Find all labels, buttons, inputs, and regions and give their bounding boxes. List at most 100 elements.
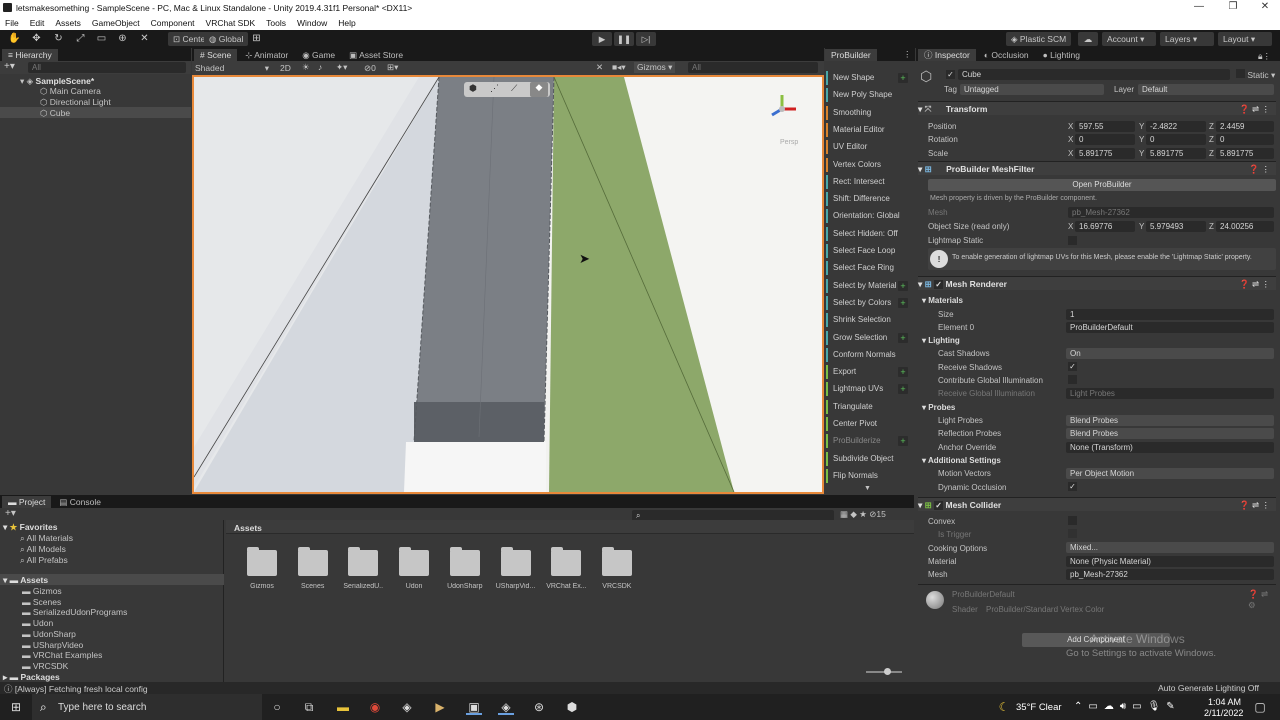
asset-tree-item[interactable]: ▬ USharpVideo: [22, 640, 83, 650]
custom-tool-icon[interactable]: ✕: [138, 33, 151, 45]
hierarchy-item-cube[interactable]: ⬡ Cube: [40, 108, 70, 119]
asset-folder[interactable]: UdonSharp: [445, 547, 485, 590]
collider-mesh-field[interactable]: pb_Mesh-27362: [1066, 569, 1274, 580]
transform-tool-icon[interactable]: ⊕: [116, 33, 129, 45]
menu-file[interactable]: File: [5, 18, 19, 28]
plastic-scm-button[interactable]: ◈ Plastic SCM: [1006, 32, 1072, 46]
layers-dropdown[interactable]: Layers ▾: [1160, 32, 1214, 46]
cooking-options-dropdown[interactable]: Mixed...: [1066, 542, 1274, 553]
transform-y-field[interactable]: -2.4822: [1146, 121, 1206, 132]
probuilder-button[interactable]: Smoothing: [826, 105, 912, 120]
transform-z-field[interactable]: 2.4459: [1216, 121, 1274, 132]
grid-toggle-icon[interactable]: ⊞▾: [387, 62, 398, 73]
probuilder-button[interactable]: Flip Normals: [826, 468, 912, 483]
transform-header[interactable]: ▾ ⤧ Transform ❓ ⇌ ⋮: [918, 101, 1276, 115]
lightmap-static-checkbox[interactable]: [1068, 236, 1077, 245]
rotate-tool-icon[interactable]: ↻: [52, 33, 65, 45]
renderer-dropdown[interactable]: On: [1066, 348, 1274, 359]
hidden-count-icon[interactable]: ⊘0: [364, 63, 376, 74]
options-plus-icon[interactable]: +: [898, 297, 908, 308]
tab-console[interactable]: ▤ Console: [53, 496, 107, 508]
slider-handle[interactable]: [884, 668, 891, 675]
tab-probuilder[interactable]: ProBuilder: [825, 49, 877, 61]
renderer-object-field[interactable]: 1: [1066, 309, 1274, 320]
scene-search-input[interactable]: All: [688, 62, 818, 73]
asset-folder[interactable]: VRCSDK: [597, 547, 637, 590]
transform-x-field[interactable]: 597.55: [1075, 121, 1135, 132]
taskbar-search-box[interactable]: ⌕ Type here to search: [32, 694, 262, 720]
account-dropdown[interactable]: Account ▾: [1102, 32, 1156, 46]
meshfilter-header[interactable]: ▾ ⊞ ProBuilder MeshFilter ❓ ⋮: [918, 161, 1276, 175]
mesh-renderer-enabled-checkbox[interactable]: ✓: [934, 280, 944, 289]
scene-viewport[interactable]: ⬢ ⋰ ⟋ ◆ Persp ➤: [192, 75, 824, 494]
probuilder-button[interactable]: New Shape +: [826, 71, 912, 85]
tab-asset-store[interactable]: ▣ Asset Store: [343, 49, 409, 61]
open-probuilder-button[interactable]: Open ProBuilder: [928, 179, 1276, 191]
asset-folder[interactable]: Udon: [394, 547, 434, 590]
tab-animator[interactable]: ⊹ Animator: [239, 49, 294, 61]
options-plus-icon[interactable]: +: [898, 332, 908, 343]
clock-time[interactable]: 1:04 AM: [1208, 697, 1241, 707]
audio-toggle-icon[interactable]: ♪: [318, 62, 322, 72]
renderer-section-probes[interactable]: ▾ Probes: [922, 403, 955, 412]
assets-root-row[interactable]: ▾ ▬ Assets: [3, 575, 48, 586]
shading-mode-dropdown[interactable]: Shaded ▾: [195, 63, 271, 73]
probuilder-button[interactable]: Shift: Difference: [826, 192, 912, 207]
app-icon[interactable]: ▶: [432, 699, 448, 715]
close-button[interactable]: ✕: [1250, 1, 1280, 12]
renderer-section-lighting[interactable]: ▾ Lighting: [922, 336, 960, 345]
hierarchy-search-input[interactable]: All: [28, 62, 186, 73]
favorite-item[interactable]: ⌕ All Prefabs: [20, 555, 68, 566]
component-help-icon[interactable]: ❓ ⇌ ⋮: [1239, 498, 1270, 512]
maximize-button[interactable]: ❐: [1218, 1, 1248, 12]
transform-x-field[interactable]: 5.891775: [1075, 147, 1135, 159]
probuilder-button[interactable]: Grow Selection +: [826, 330, 912, 345]
probuilder-scroll-down-icon[interactable]: ▼: [864, 485, 871, 492]
hierarchy-item-main-camera[interactable]: ⬡ Main Camera: [40, 86, 101, 97]
renderer-section-materials[interactable]: ▾ Materials: [922, 296, 963, 305]
asset-tree-item[interactable]: ▬ SerializedUdonPrograms: [22, 607, 127, 617]
active-checkbox[interactable]: ✓: [946, 70, 955, 79]
menu-tools[interactable]: Tools: [266, 18, 286, 28]
renderer-object-field[interactable]: ProBuilderDefault: [1066, 322, 1274, 333]
probuilder-button[interactable]: Select Hidden: Off: [826, 226, 912, 241]
menu-edit[interactable]: Edit: [30, 18, 45, 28]
windows-start-icon[interactable]: ⊞: [8, 699, 24, 715]
pause-button[interactable]: ❚❚: [614, 32, 634, 46]
probuilder-button[interactable]: Triangulate: [826, 399, 912, 414]
asset-folder[interactable]: USharpVid...: [496, 547, 536, 590]
unity-editor-icon[interactable]: ◈: [498, 699, 514, 715]
gizmos-dropdown[interactable]: Gizmos ▾: [634, 62, 676, 73]
renderer-checkbox[interactable]: ✓: [1068, 482, 1077, 491]
project-filter-icons[interactable]: ▦ ◆ ★ ⊘15: [840, 509, 886, 520]
mesh-renderer-header[interactable]: ▾ ⊞ ✓ Mesh Renderer ❓ ⇌ ⋮: [918, 276, 1276, 290]
component-help-icon[interactable]: ❓ ⇌ ⋮: [1239, 102, 1270, 116]
transform-z-field[interactable]: 0: [1216, 134, 1274, 146]
object-mode-icon[interactable]: ⬢: [469, 83, 477, 94]
favorites-row[interactable]: ▾ ★ Favorites: [3, 522, 57, 533]
convex-checkbox[interactable]: [1068, 516, 1077, 525]
notifications-icon[interactable]: ▢: [1252, 699, 1268, 715]
probuilder-button[interactable]: Material Editor: [826, 122, 912, 137]
transform-x-field[interactable]: 0: [1075, 134, 1135, 146]
system-tray-icons[interactable]: ⌃▭☁🔊︎▭🎙︎✎: [1074, 701, 1181, 712]
asset-tree-item[interactable]: ▬ UdonSharp: [22, 629, 76, 639]
task-view-icon[interactable]: ⧉: [301, 699, 317, 715]
tag-dropdown[interactable]: Untagged: [960, 84, 1104, 95]
options-plus-icon[interactable]: +: [898, 384, 908, 395]
face-mode-icon[interactable]: ◆: [530, 82, 548, 97]
transform-y-field[interactable]: 0: [1146, 134, 1206, 146]
asset-tree-item[interactable]: ▬ VRCSDK: [22, 661, 68, 671]
obs-icon[interactable]: ▣: [466, 699, 482, 715]
cloud-button[interactable]: ☁: [1078, 32, 1098, 46]
panel-menu-icon[interactable]: ⋮: [903, 49, 912, 60]
probuilder-button[interactable]: Shrink Selection: [826, 313, 912, 328]
layout-dropdown[interactable]: Layout ▾: [1218, 32, 1272, 46]
probuilder-button[interactable]: Lightmap UVs +: [826, 382, 912, 397]
scene-gizmo-axis-icon[interactable]: [764, 91, 800, 127]
tools-icon[interactable]: ✕: [596, 62, 603, 73]
probuilder-button[interactable]: Subdivide Object: [826, 451, 912, 466]
menu-component[interactable]: Component: [151, 18, 195, 28]
static-toggle[interactable]: Static ▾: [1236, 69, 1275, 81]
hand-tool-icon[interactable]: ✋: [8, 33, 21, 45]
